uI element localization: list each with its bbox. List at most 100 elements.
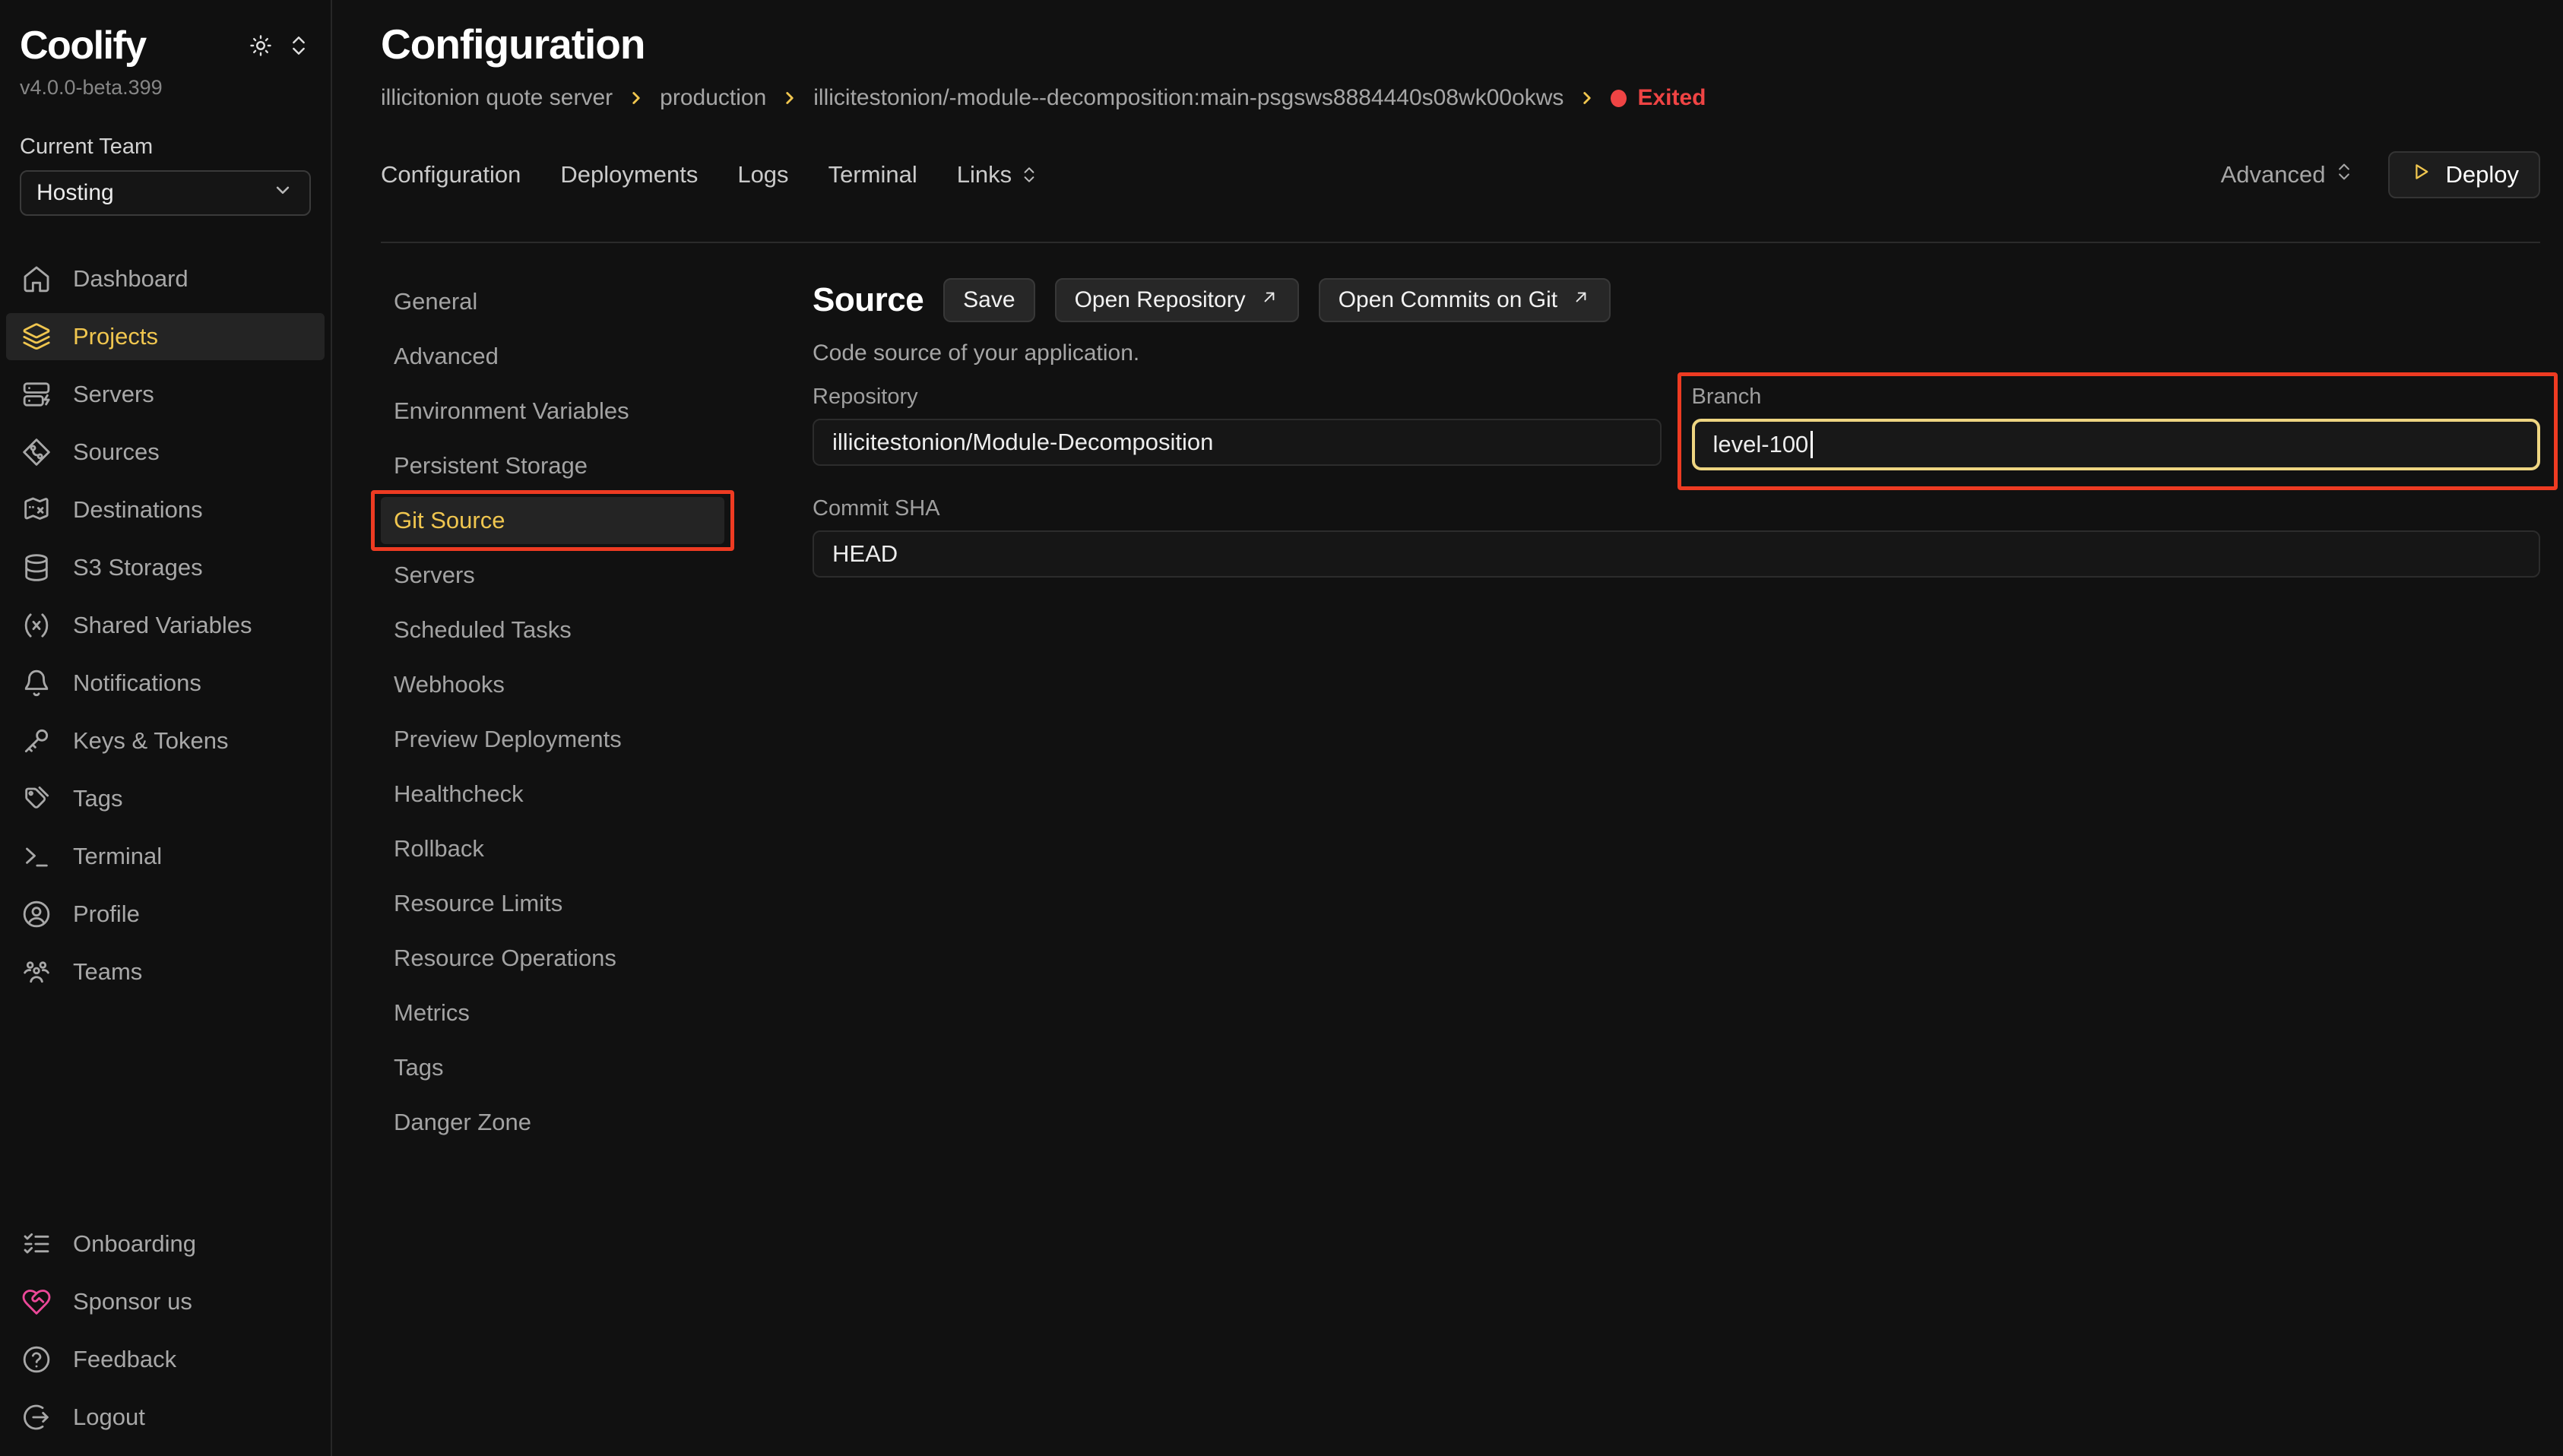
sidebar-item-dashboard[interactable]: Dashboard [6,255,325,302]
chevron-right-icon [1577,88,1597,108]
team-select-value: Hosting [36,180,114,206]
config-nav-item-resource-operations[interactable]: Resource Operations [381,935,724,982]
sidebar-item-destinations[interactable]: Destinations [6,486,325,533]
user-circle-icon [21,899,52,929]
sidebar-item-keys-tokens[interactable]: Keys & Tokens [6,717,325,764]
config-nav: General Advanced Environment Variables Pers… [381,278,813,1456]
commit-sha-field-group: Commit SHA HEAD [813,496,2540,578]
checklist-icon [21,1229,52,1259]
config-nav-item-label: Danger Zone [394,1109,531,1136]
config-nav-item-servers[interactable]: Servers [381,552,724,599]
source-title: Source [813,281,924,319]
tab-terminal[interactable]: Terminal [828,151,917,198]
sidebar-item-s3-storages[interactable]: S3 Storages [6,544,325,591]
sidebar-item-sources[interactable]: Sources [6,429,325,476]
sidebar-item-notifications[interactable]: Notifications [6,660,325,707]
logout-icon [21,1402,52,1432]
repository-label: Repository [813,385,1662,410]
config-nav-item-webhooks[interactable]: Webhooks [381,661,724,708]
database-icon [21,552,52,583]
sidebar-item-profile[interactable]: Profile [6,891,325,938]
theme-select-chevrons-icon[interactable] [287,33,311,62]
deploy-label: Deploy [2446,161,2520,188]
tab-deployments[interactable]: Deployments [560,151,698,198]
page-title: Configuration [381,20,2540,68]
open-repository-button[interactable]: Open Repository [1055,278,1299,322]
map-icon [21,495,52,525]
tab-links[interactable]: Links [957,151,1039,198]
sidebar-item-onboarding[interactable]: Onboarding [6,1220,325,1268]
breadcrumb: illicitonion quote server production illic… [381,85,2540,111]
sidebar-item-feedback[interactable]: Feedback [6,1336,325,1383]
commit-sha-input[interactable]: HEAD [813,530,2540,578]
commit-sha-label: Commit SHA [813,496,2540,521]
save-button[interactable]: Save [943,278,1034,322]
home-icon [21,264,52,294]
config-nav-item-healthcheck[interactable]: Healthcheck [381,771,724,818]
current-team-label: Current Team [20,135,311,160]
sidebar-item-label: Dashboard [73,265,189,293]
breadcrumb-link-production[interactable]: production [660,85,766,111]
status-text: Exited [1637,85,1706,111]
tab-configuration[interactable]: Configuration [381,151,521,198]
tabs: Configuration Deployments Logs Terminal Link… [381,151,1039,198]
tabs-row: ConfigurationDeploymentsLogsTerminalLink… [381,175,2540,243]
sidebar-item-label: Servers [73,381,154,408]
config-nav-item-persistent-storage[interactable]: Persistent Storage [381,442,724,489]
repository-field-group: Repository illicitestonion/Module-Decomp… [813,385,1662,470]
config-nav-item-environment-variables[interactable]: Environment Variables [381,388,724,435]
coolify-app: Coolify v4.0.0-beta.399 Current Team Hos… [0,0,2563,1456]
tab-logs[interactable]: Logs [737,151,788,198]
config-nav-item-label: Rollback [394,835,484,863]
chevron-right-icon [780,88,800,108]
config-nav-item-advanced[interactable]: Advanced [381,333,724,380]
advanced-menu[interactable]: Advanced [2221,161,2355,188]
breadcrumb-link-illicitestonion-module-decompo[interactable]: illicitestonion/-module--decomposition:m… [813,85,1563,111]
config-nav-item-tags[interactable]: Tags [381,1044,724,1091]
sidebar-item-logout[interactable]: Logout [6,1394,325,1441]
tab-label: Terminal [828,161,917,188]
sidebar-item-teams[interactable]: Teams [6,948,325,995]
config-nav-item-label: Environment Variables [394,397,629,425]
source-form: Repository illicitestonion/Module-Decomp… [813,385,2540,578]
theme-controls [249,33,311,62]
theme-sun-icon[interactable] [249,33,273,62]
team-select[interactable]: Hosting [20,170,311,216]
sidebar-item-tags[interactable]: Tags [6,775,325,822]
open-commits-button[interactable]: Open Commits on Git [1319,278,1611,322]
sidebar-item-terminal[interactable]: Terminal [6,833,325,880]
config-nav-item-label: Advanced [394,343,499,370]
config-nav-item-git-source[interactable]: Git Source [381,497,724,544]
tag-icon [21,783,52,814]
configuration-content: General Advanced Environment Variables Pers… [381,278,2540,1456]
sidebar-item-sponsor-us[interactable]: Sponsor us [6,1278,325,1325]
sidebar-item-label: Sponsor us [73,1288,192,1315]
repository-value: illicitestonion/Module-Decomposition [832,429,1213,456]
sidebar-item-servers[interactable]: Servers [6,371,325,418]
deploy-button[interactable]: Deploy [2388,151,2541,198]
sidebar: Coolify v4.0.0-beta.399 Current Team Hos… [0,0,332,1456]
sidebar-item-label: S3 Storages [73,554,203,581]
users-icon [21,957,52,987]
terminal-icon [21,841,52,872]
sidebar-item-label: Shared Variables [73,612,252,639]
variable-icon [21,610,52,641]
bell-icon [21,668,52,698]
text-cursor [1811,431,1813,458]
config-nav-item-general[interactable]: General [381,278,724,325]
config-nav-item-resource-limits[interactable]: Resource Limits [381,880,724,927]
sidebar-item-shared-variables[interactable]: Shared Variables [6,602,325,649]
sidebar-item-projects[interactable]: Projects [6,313,325,360]
repository-input[interactable]: illicitestonion/Module-Decomposition [813,419,1662,466]
breadcrumb-link-illicitonion-quote-server[interactable]: illicitonion quote server [381,85,613,111]
config-nav-item-preview-deployments[interactable]: Preview Deployments [381,716,724,763]
sidebar-item-label: Tags [73,785,122,812]
git-source-icon [21,437,52,467]
config-nav-item-scheduled-tasks[interactable]: Scheduled Tasks [381,606,724,654]
sidebar-item-label: Onboarding [73,1230,196,1258]
config-nav-item-metrics[interactable]: Metrics [381,989,724,1037]
server-icon [21,379,52,410]
config-nav-item-danger-zone[interactable]: Danger Zone [381,1099,724,1146]
config-nav-item-rollback[interactable]: Rollback [381,825,724,872]
branch-input[interactable]: level-100 [1692,419,2541,470]
